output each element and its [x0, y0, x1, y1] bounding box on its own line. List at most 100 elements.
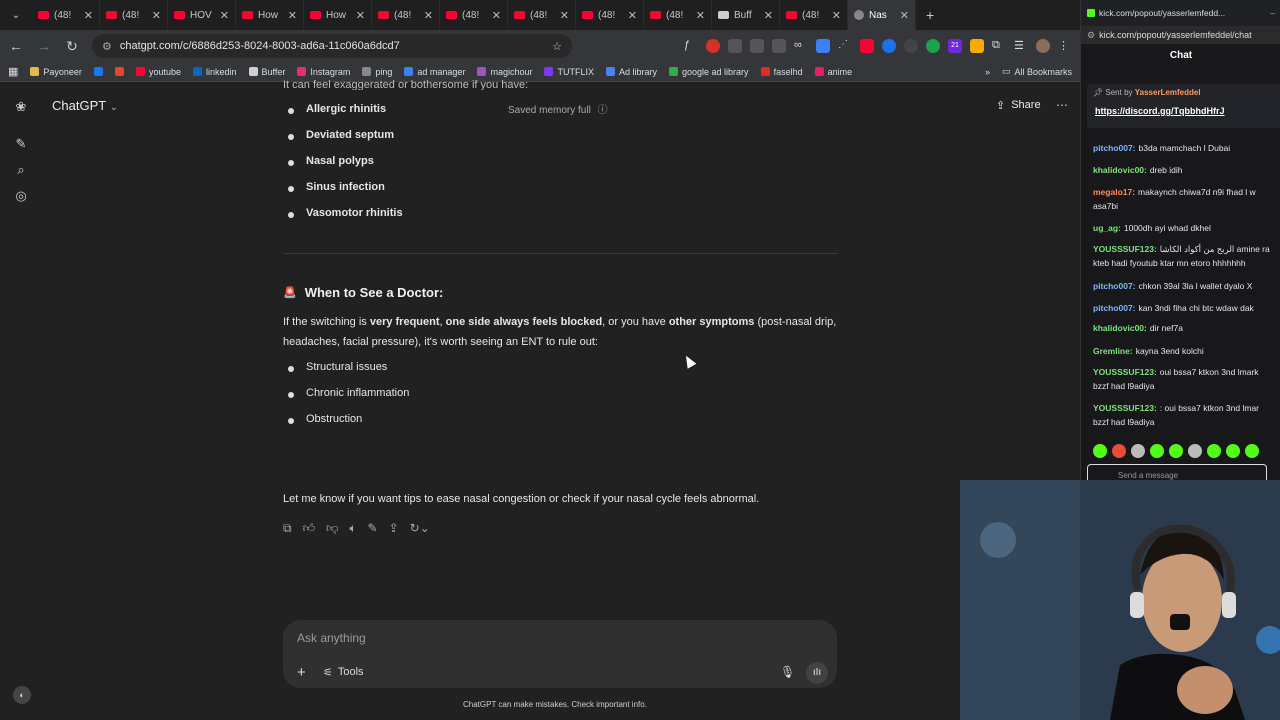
chat-username[interactable]: ug_ag: — [1093, 223, 1121, 233]
chat-username[interactable]: pitcho007: — [1093, 281, 1136, 291]
chatgpt-logo-icon[interactable]: ❀ — [13, 99, 29, 115]
close-tab-icon[interactable]: ✕ — [424, 9, 433, 22]
emote-icon[interactable] — [1112, 444, 1126, 458]
extension-list-icon[interactable]: ☰ — [1014, 39, 1028, 53]
microphone-icon[interactable]: 🎙︎ — [780, 665, 795, 679]
browser-tab[interactable]: (48! ✕ — [508, 0, 576, 30]
close-tab-icon[interactable]: ✕ — [560, 9, 569, 22]
prompt-input[interactable]: Ask anything — [297, 631, 366, 645]
extension-gray-icon[interactable] — [728, 39, 742, 53]
extension-dots-icon[interactable]: ⋰ — [838, 39, 852, 53]
extension-f-icon[interactable]: ƒ — [684, 39, 698, 53]
edit-icon[interactable]: ✎ — [368, 521, 378, 536]
chat-username[interactable]: khalidovic00: — [1093, 165, 1147, 175]
bookmarks-overflow-icon[interactable]: » — [985, 67, 990, 77]
browser-tab[interactable]: Buff ✕ — [712, 0, 780, 30]
close-tab-icon[interactable]: ✕ — [628, 9, 637, 22]
minimize-icon[interactable]: – — [1270, 8, 1275, 18]
all-bookmarks-folder[interactable]: ▭ All Bookmarks — [1002, 66, 1072, 77]
extensions-puzzle-icon[interactable]: ⧉ — [992, 39, 1006, 53]
thumbs-up-icon[interactable]: 👍︎ — [303, 521, 316, 536]
bookmark-item[interactable]: Buffer — [248, 67, 285, 77]
bookmark-item[interactable]: Payoneer — [30, 67, 82, 77]
chat-username[interactable]: YOUSSSUF123: — [1093, 367, 1157, 377]
chat-username[interactable]: pitcho007: — [1093, 303, 1136, 313]
model-selector[interactable]: ChatGPT ⌄ — [52, 98, 118, 113]
info-icon[interactable]: ⓘ — [598, 105, 608, 116]
chat-username[interactable]: Gremline: — [1093, 346, 1133, 356]
chat-username[interactable]: pitcho007: — [1093, 143, 1136, 153]
thumbs-down-icon[interactable]: 👎︎ — [326, 521, 338, 536]
tools-button[interactable]: ⚟ Tools — [323, 666, 364, 679]
site-info-icon[interactable]: ⚙ — [102, 40, 112, 53]
profile-avatar[interactable] — [1036, 39, 1050, 53]
chat-username[interactable]: khalidovic00: — [1093, 323, 1147, 333]
close-tab-icon[interactable]: ✕ — [492, 9, 501, 22]
extension-blue-icon[interactable] — [816, 39, 830, 53]
url-bar[interactable]: ⚙ chatgpt.com/c/6886d253-8024-8003-ad6a-… — [92, 34, 572, 58]
extension-grid-icon[interactable] — [772, 39, 786, 53]
tab-search-icon[interactable]: ⌄ — [0, 0, 32, 30]
emote-icon[interactable] — [1188, 444, 1202, 458]
extension-red-icon[interactable] — [706, 39, 720, 53]
extension-link-icon[interactable]: ∞ — [794, 39, 808, 53]
close-tab-icon[interactable]: ✕ — [832, 9, 841, 22]
search-icon[interactable]: ⌕ — [13, 162, 29, 178]
bookmark-star-icon[interactable]: ☆ — [552, 40, 562, 53]
share-button[interactable]: ⇪ Share — [996, 99, 1041, 112]
emote-icon[interactable] — [1245, 444, 1259, 458]
emote-icon[interactable] — [1207, 444, 1221, 458]
browser-tab[interactable]: How ✕ — [304, 0, 372, 30]
extension-camera-icon[interactable] — [750, 39, 764, 53]
emote-icon[interactable] — [1169, 444, 1183, 458]
browser-tab[interactable]: (48! ✕ — [780, 0, 848, 30]
reload-icon[interactable]: ↻ — [64, 38, 80, 55]
pinned-link[interactable]: https://discord.gg/TqbbhdHfrJ — [1095, 106, 1225, 116]
browser-tab[interactable]: (48! ✕ — [32, 0, 100, 30]
bookmark-item[interactable]: youtube — [135, 67, 181, 77]
close-tab-icon[interactable]: ✕ — [900, 9, 909, 22]
apps-grid-icon[interactable]: ▦ — [8, 65, 18, 78]
new-tab-icon[interactable]: + — [916, 7, 944, 23]
copy-icon[interactable]: ⧉ — [283, 521, 292, 536]
extension-dark-icon[interactable] — [904, 39, 918, 53]
browser-menu-icon[interactable]: ⋮ — [1058, 39, 1072, 53]
browser-tab[interactable]: (48! ✕ — [372, 0, 440, 30]
close-tab-icon[interactable]: ✕ — [220, 9, 229, 22]
browser-tab[interactable]: (48! ✕ — [576, 0, 644, 30]
emote-icon[interactable] — [1093, 444, 1107, 458]
extension-blue2-icon[interactable] — [882, 39, 896, 53]
browser-tab[interactable]: Nas ✕ — [848, 0, 916, 30]
library-icon[interactable]: ◎ — [13, 188, 29, 204]
emote-icon[interactable] — [1131, 444, 1145, 458]
bookmark-item[interactable]: linkedin — [192, 67, 237, 77]
emote-icon[interactable] — [1150, 444, 1164, 458]
voice-mode-button[interactable]: ıIı — [806, 662, 828, 684]
close-tab-icon[interactable]: ✕ — [764, 9, 773, 22]
browser-tab[interactable]: (48! ✕ — [644, 0, 712, 30]
extension-badge-icon[interactable]: 21 — [948, 39, 962, 53]
close-tab-icon[interactable]: ✕ — [152, 9, 161, 22]
read-aloud-icon[interactable]: 🔈︎ — [349, 521, 356, 536]
forward-icon[interactable]: → — [36, 38, 52, 54]
bookmark-item[interactable] — [93, 67, 103, 76]
emote-icon[interactable] — [1226, 444, 1240, 458]
user-avatar[interactable]: ◐ — [13, 686, 31, 704]
close-tab-icon[interactable]: ✕ — [84, 9, 93, 22]
browser-tab[interactable]: How ✕ — [236, 0, 304, 30]
browser-tab[interactable]: (48! ✕ — [440, 0, 508, 30]
chat-username[interactable]: YOUSSSUF123: — [1093, 244, 1157, 254]
chat-username[interactable]: YOUSSSUF123: — [1093, 403, 1157, 413]
extension-green-icon[interactable] — [926, 39, 940, 53]
chat-username[interactable]: megalo17: — [1093, 187, 1135, 197]
close-tab-icon[interactable]: ✕ — [696, 9, 705, 22]
close-tab-icon[interactable]: ✕ — [356, 9, 365, 22]
more-options-icon[interactable]: ⋯ — [1056, 98, 1068, 112]
back-icon[interactable]: ← — [8, 38, 24, 54]
new-chat-icon[interactable]: ✎ — [13, 136, 29, 152]
extension-yellow-icon[interactable] — [970, 39, 984, 53]
extension-youtube-icon[interactable] — [860, 39, 874, 53]
browser-tab[interactable]: (48! ✕ — [100, 0, 168, 30]
share-message-icon[interactable]: ⇪ — [389, 521, 399, 536]
close-tab-icon[interactable]: ✕ — [288, 9, 297, 22]
